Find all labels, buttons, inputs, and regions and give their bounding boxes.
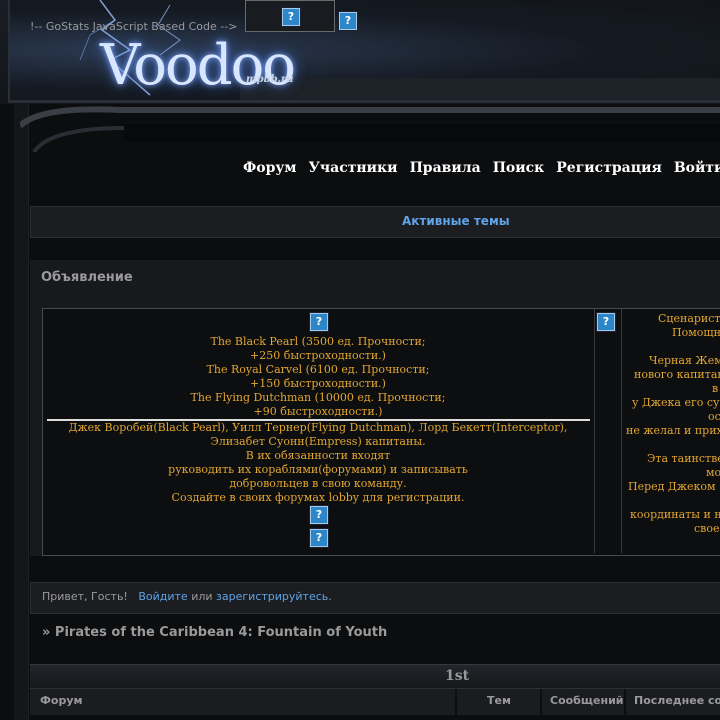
gostats-comment-text: !-- GoStats JavaScript Based Code -->: [30, 20, 238, 33]
question-mark-icon[interactable]: ?: [282, 8, 300, 26]
nav-forum[interactable]: Форум: [243, 160, 297, 180]
announcement-line: Элизабет Суонн(Empress) капитаны.: [210, 435, 426, 448]
announcement-line: The Black Pearl (3500 ед. Прочности;: [210, 335, 426, 348]
announcement-captains-text: Джек Воробей(Black Pearl), Уилл Тернер(F…: [46, 421, 590, 505]
column-header-topics: Тем: [487, 694, 511, 707]
question-mark-icon[interactable]: ?: [339, 12, 357, 30]
announcement-ships-text: The Black Pearl (3500 ед. Прочности; +25…: [46, 335, 590, 419]
column-divider: [540, 689, 542, 720]
category-header-bar: [30, 664, 720, 689]
nav-members[interactable]: Участники: [309, 160, 398, 180]
column-header-last-post: Последнее соо: [634, 694, 720, 707]
announcement-line: у Джека его су: [632, 396, 720, 409]
column-header-posts: Сообщений: [550, 694, 624, 707]
active-topics-link[interactable]: Активные темы: [402, 214, 510, 228]
header-strip: [240, 78, 720, 100]
decorative-arc: [20, 106, 720, 152]
question-mark-icon[interactable]: ?: [310, 313, 328, 331]
forum-breadcrumb-title[interactable]: » Pirates of the Caribbean 4: Fountain o…: [42, 625, 387, 640]
active-topics-bar: [30, 206, 720, 238]
announcement-line: мо: [706, 466, 720, 479]
question-mark-icon[interactable]: ?: [310, 506, 328, 524]
announcement-line: The Royal Carvel (6100 ед. Прочности;: [206, 363, 430, 376]
announcement-line: Помощн: [672, 326, 720, 339]
column-header-forum: Форум: [40, 694, 83, 707]
announcement-line: Черная Жем: [649, 354, 720, 367]
register-link[interactable]: зарегистрируйтесь: [216, 590, 328, 603]
login-link[interactable]: Войдите: [138, 590, 187, 603]
announcement-line: [622, 494, 720, 508]
announcement-line: в: [712, 382, 719, 395]
announcement-line: В их обязанности входят: [245, 449, 391, 462]
logo-subtitle: mpbb.ru: [246, 74, 294, 85]
announcement-line: +150 быстроходности.): [250, 377, 386, 390]
announcement-line: Сценарист: [658, 312, 720, 325]
nav-register[interactable]: Регистрация: [556, 160, 662, 180]
announcement-line: Перед Джеком: [628, 480, 716, 493]
announcement-line: Создайте в своих форумах lobby для регис…: [171, 491, 465, 504]
category-title[interactable]: 1st: [445, 668, 469, 684]
announcement-line: +90 быстроходности.): [253, 405, 383, 418]
column-divider: [624, 689, 626, 720]
announcement-divider-column: [594, 309, 622, 553]
main-navigation: Форум Участники Правила Поиск Регистраци…: [243, 160, 720, 180]
announcement-line: нового капитан: [634, 368, 720, 381]
announcement-line: координаты и н: [630, 508, 720, 521]
question-mark-icon[interactable]: ?: [597, 313, 615, 331]
announcement-line: [622, 340, 720, 354]
nav-rules[interactable]: Правила: [410, 160, 481, 180]
nav-login[interactable]: Войти: [674, 160, 720, 180]
guest-welcome: Привет, Гость! Войдите или зарегистрируй…: [42, 590, 332, 603]
announcement-story-text: Сценарист Помощн Черная Жем нового капит…: [622, 312, 720, 536]
announcement-title: Объявление: [41, 270, 133, 285]
announcement-line: руководить их кораблями(форумами) и запи…: [168, 463, 468, 476]
question-mark-icon[interactable]: ?: [310, 529, 328, 547]
announcement-line: [622, 438, 720, 452]
announcement-line: The Flying Dutchman (10000 ед. Прочности…: [190, 391, 446, 404]
left-frame-rail: [14, 104, 29, 720]
announcement-line: добровольцев в свою команду.: [229, 477, 407, 490]
announcement-line: ос: [708, 410, 720, 423]
nav-search[interactable]: Поиск: [493, 160, 545, 180]
or-text: или: [191, 590, 213, 603]
announcement-line: Эта таинстве: [647, 452, 720, 465]
announcement-line: свое: [694, 522, 720, 535]
period-text: .: [328, 590, 332, 603]
guest-greeting: Привет, Гость!: [42, 590, 128, 603]
announcement-line: +250 быстроходности.): [250, 349, 386, 362]
column-divider: [455, 689, 457, 720]
announcement-line: не желал и прих: [626, 424, 720, 437]
site-logo[interactable]: Voodoo: [100, 36, 296, 96]
announcement-line: Джек Воробей(Black Pearl), Уилл Тернер(F…: [68, 421, 568, 434]
